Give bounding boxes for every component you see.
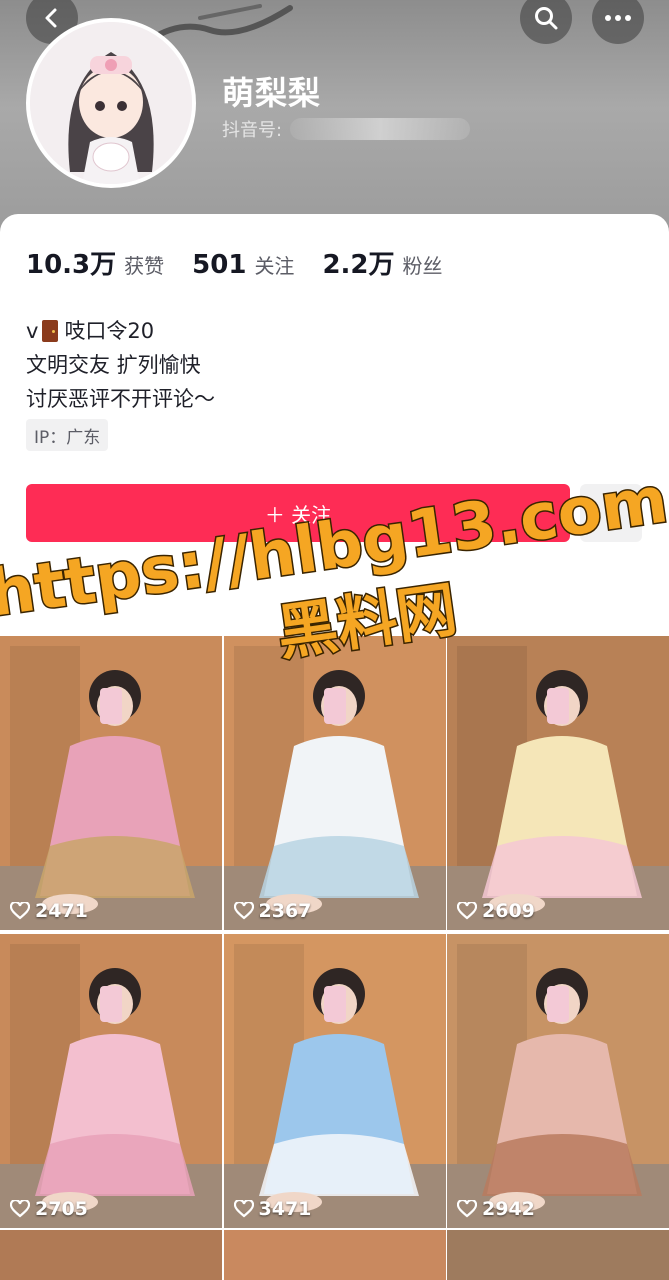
heart-icon [457, 902, 477, 920]
like-count-value: 2609 [482, 900, 535, 922]
stat-followers-label: 粉丝 [402, 254, 443, 278]
like-count: 2471 [10, 900, 88, 922]
account-id-blurred [290, 118, 471, 140]
like-count: 3471 [233, 1198, 312, 1220]
more-button[interactable] [592, 0, 644, 44]
profile-stats: 10.3万 获赞 501 关注 2.2万 粉丝 [26, 244, 471, 281]
video-cover-image [447, 636, 669, 930]
stat-followers-value: 2.2万 [322, 250, 395, 280]
heart-icon [10, 902, 30, 920]
stat-followers[interactable]: 2.2万 粉丝 [322, 244, 442, 281]
video-grid: 2471 2367 2609 2705 3471 2942 [0, 636, 669, 1228]
heart-icon [233, 1200, 254, 1218]
heart-icon [233, 902, 254, 920]
nickname: 萌梨梨 [222, 74, 322, 112]
bio-line-1: v 吱口令20 [26, 314, 215, 348]
follow-button[interactable]: ＋ 关注 [26, 484, 570, 542]
like-count-value: 2471 [35, 900, 88, 922]
video-thumbnail-partial[interactable] [447, 1230, 669, 1280]
video-cover-image [223, 636, 446, 930]
stat-likes-value: 10.3万 [26, 250, 117, 280]
video-thumbnail[interactable]: 2367 [223, 636, 446, 930]
video-thumbnail[interactable]: 2942 [447, 934, 669, 1228]
account-id-row: 抖音号: [222, 116, 471, 142]
heart-icon [457, 1200, 477, 1218]
chevron-left-icon [45, 8, 57, 28]
like-count: 2705 [10, 1198, 88, 1220]
like-count-value: 2942 [482, 1198, 535, 1220]
bio-line-1-prefix: v [26, 319, 39, 343]
search-button[interactable] [520, 0, 572, 44]
stat-following[interactable]: 501 关注 [192, 250, 294, 280]
profile-card: 10.3万 获赞 501 关注 2.2万 粉丝 v 吱口令20 文明交友 扩列愉… [0, 214, 669, 644]
like-count-value: 2367 [258, 900, 312, 922]
stat-likes-label: 获赞 [124, 254, 165, 278]
video-cover-image [223, 934, 446, 1228]
like-count: 2609 [457, 900, 535, 922]
search-icon [535, 7, 558, 30]
video-thumbnail-partial[interactable] [0, 1230, 222, 1280]
video-thumbnail[interactable]: 3471 [223, 934, 446, 1228]
door-icon [42, 320, 59, 342]
bio-line-3: 讨厌恶评不开评论～ [26, 387, 215, 411]
recommend-toggle-button[interactable] [580, 484, 642, 542]
stat-likes[interactable]: 10.3万 获赞 [26, 244, 164, 281]
video-thumbnail-partial[interactable] [223, 1230, 446, 1280]
ip-location-tag: IP：广东 [26, 419, 109, 451]
like-count-value: 3471 [258, 1198, 312, 1220]
bio-line-2: 文明交友 扩列愉快 [26, 353, 201, 377]
avatar[interactable] [26, 18, 196, 188]
video-cover-image [0, 636, 222, 930]
video-thumbnail[interactable]: 2609 [447, 636, 669, 930]
video-thumbnail[interactable]: 2705 [0, 934, 222, 1228]
video-grid-next-row [0, 1230, 669, 1280]
like-count: 2942 [457, 1198, 535, 1220]
like-count-value: 2705 [35, 1198, 88, 1220]
bio-line-1-text: 吱口令20 [64, 319, 155, 343]
avatar-illustration [30, 22, 192, 184]
more-dots-icon [605, 15, 631, 21]
like-count: 2367 [233, 900, 312, 922]
stat-following-label: 关注 [254, 254, 295, 278]
heart-icon [10, 1200, 30, 1218]
stat-following-value: 501 [192, 250, 247, 280]
profile-header: 萌梨梨 抖音号: [0, 0, 669, 240]
video-cover-image [447, 934, 669, 1228]
video-thumbnail[interactable]: 2471 [0, 636, 222, 930]
account-id-label: 抖音号: [222, 120, 283, 141]
bio: v 吱口令20 文明交友 扩列愉快 讨厌恶评不开评论～ [26, 314, 215, 416]
video-cover-image [0, 934, 222, 1228]
